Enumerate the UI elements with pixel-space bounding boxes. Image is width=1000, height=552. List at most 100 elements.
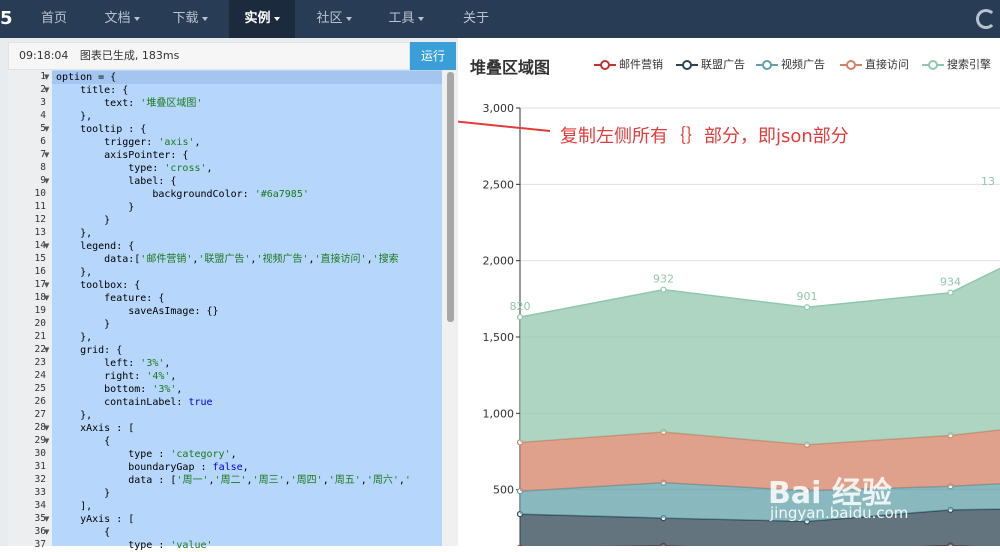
code-line[interactable]: axisPointer: { (56, 149, 188, 162)
y-tick-label: 1,500 (483, 331, 515, 344)
code-line[interactable]: text: '堆叠区域图' (56, 97, 202, 110)
code-line[interactable]: } (56, 487, 110, 500)
fold-toggle-icon[interactable]: ▼ (44, 346, 49, 354)
code-line[interactable]: feature: { (56, 292, 164, 305)
line-number: 36 (8, 526, 46, 537)
nav-item-4[interactable]: 社区 (304, 0, 364, 38)
line-number: 14 (8, 240, 46, 251)
code-line[interactable]: option = { (56, 71, 116, 84)
code-line[interactable]: { (56, 435, 110, 448)
logo[interactable]: 5 (0, 8, 13, 29)
nav-item-label: 首页 (41, 11, 67, 26)
code-line[interactable]: xAxis : [ (56, 422, 134, 435)
fold-toggle-icon[interactable]: ▼ (44, 151, 49, 159)
github-icon[interactable] (976, 9, 996, 29)
code-line[interactable]: legend: { (56, 240, 134, 253)
line-number: 32 (8, 474, 46, 485)
fold-toggle-icon[interactable]: ▼ (44, 294, 49, 302)
code-line[interactable]: }, (56, 409, 92, 422)
fold-toggle-icon[interactable]: ▼ (44, 242, 49, 250)
code-line[interactable]: boundaryGap : false, (56, 461, 249, 474)
code-line[interactable]: grid: { (56, 344, 122, 357)
code-line[interactable]: data:['邮件营销','联盟广告','视频广告','直接访问','搜索 (56, 253, 399, 266)
nav-item-1[interactable]: 文档 (92, 0, 152, 38)
line-number: 9 (8, 175, 46, 186)
code-line[interactable]: bottom: '3%', (56, 383, 182, 396)
code-line[interactable]: toolbox: { (56, 279, 140, 292)
legend-item[interactable]: 视频广告 (756, 56, 825, 72)
line-number: 37 (8, 539, 46, 550)
line-number: 35 (8, 513, 46, 524)
code-line[interactable]: } (56, 318, 110, 331)
code-line[interactable]: title: { (56, 84, 128, 97)
caret-down-icon (134, 17, 140, 21)
line-number: 6 (8, 136, 46, 147)
legend-item[interactable]: 直接访问 (840, 56, 909, 72)
fold-toggle-icon[interactable]: ▼ (44, 73, 49, 81)
line-number: 16 (8, 266, 46, 277)
legend-marker-icon (594, 60, 616, 70)
line-number: 4 (8, 110, 46, 121)
fold-toggle-icon[interactable]: ▼ (44, 437, 49, 445)
code-line[interactable]: label: { (56, 175, 176, 188)
line-number: 26 (8, 396, 46, 407)
stacked-area-chart: 5001,0001,5002,0002,5003,000 82093290193… (458, 90, 1000, 546)
line-number: 33 (8, 487, 46, 498)
legend-label: 直接访问 (865, 58, 909, 71)
line-number: 13 (8, 227, 46, 238)
nav-item-label: 下载 (172, 11, 198, 26)
code-line[interactable]: right: '4%', (56, 370, 176, 383)
line-number: 31 (8, 461, 46, 472)
code-line[interactable]: trigger: 'axis', (56, 136, 201, 149)
nav-item-2[interactable]: 下载 (160, 0, 220, 38)
line-number: 1 (8, 71, 46, 82)
nav-item-label: 工具 (388, 11, 414, 26)
code-line[interactable]: ], (56, 500, 92, 513)
fold-toggle-icon[interactable]: ▼ (44, 177, 49, 185)
nav-item-0[interactable]: 首页 (26, 0, 82, 38)
code-line[interactable]: }, (56, 331, 92, 344)
line-number: 15 (8, 253, 46, 264)
caret-down-icon (202, 17, 208, 21)
line-number: 7 (8, 149, 46, 160)
code-line[interactable]: } (56, 214, 110, 227)
fold-toggle-icon[interactable]: ▼ (44, 86, 49, 94)
code-line[interactable]: type : 'category', (56, 448, 237, 461)
code-line[interactable]: containLabel: true (56, 396, 213, 409)
y-tick-label: 500 (493, 484, 514, 497)
legend-item[interactable]: 搜索引擎 (922, 56, 991, 72)
legend-marker-icon (676, 60, 698, 70)
run-button[interactable]: 运行 (410, 42, 456, 70)
code-line[interactable]: { (56, 526, 110, 539)
code-line[interactable]: saveAsImage: {} (56, 305, 219, 318)
fold-toggle-icon[interactable]: ▼ (44, 281, 49, 289)
caret-down-icon (346, 17, 352, 21)
code-line[interactable]: type: 'cross', (56, 162, 213, 175)
code-line[interactable]: }, (56, 227, 92, 240)
legend-item[interactable]: 联盟广告 (676, 56, 745, 72)
legend-label: 联盟广告 (701, 58, 745, 71)
legend-item[interactable]: 邮件营销 (594, 56, 663, 72)
code-line[interactable]: backgroundColor: '#6a7985' (56, 188, 309, 201)
data-point (805, 305, 810, 310)
nav-item-3[interactable]: 实例 (229, 0, 295, 38)
line-number: 28 (8, 422, 46, 433)
nav-item-label: 文档 (104, 11, 130, 26)
fold-toggle-icon[interactable]: ▼ (44, 424, 49, 432)
code-line[interactable]: } (56, 201, 134, 214)
code-line[interactable]: tooltip : { (56, 123, 146, 136)
code-line[interactable]: }, (56, 110, 92, 123)
fold-toggle-icon[interactable]: ▼ (44, 515, 49, 523)
nav-item-5[interactable]: 工具 (376, 0, 436, 38)
line-number: 11 (8, 201, 46, 212)
fold-toggle-icon[interactable]: ▼ (44, 528, 49, 536)
fold-toggle-icon[interactable]: ▼ (44, 125, 49, 133)
data-point (518, 315, 523, 320)
code-line[interactable]: data : ['周一','周二','周三','周四','周五','周六',' (56, 474, 411, 487)
nav-item-6[interactable]: 关于 (448, 0, 504, 38)
code-line[interactable]: yAxis : [ (56, 513, 134, 526)
editor-scrollbar-thumb[interactable] (447, 72, 454, 322)
code-line[interactable]: }, (56, 266, 92, 279)
line-number: 2 (8, 84, 46, 95)
code-line[interactable]: left: '3%', (56, 357, 170, 370)
